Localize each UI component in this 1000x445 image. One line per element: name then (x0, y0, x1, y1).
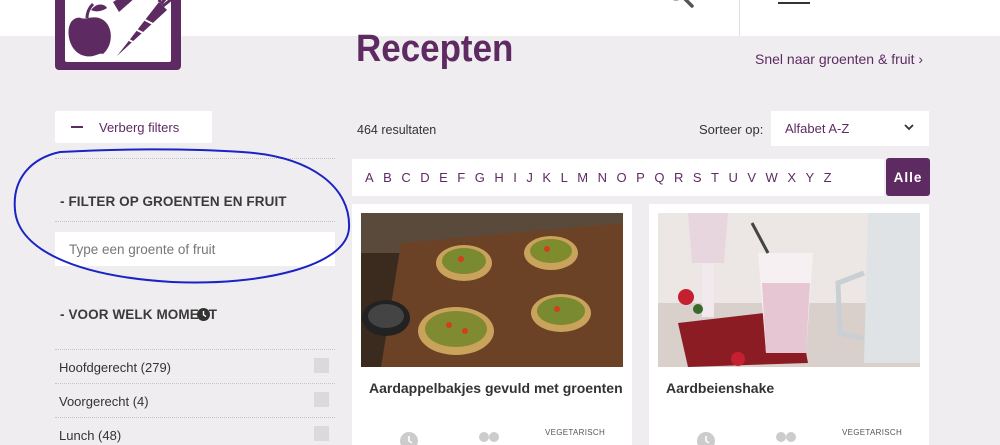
site-logo[interactable] (55, 0, 181, 70)
recipe-card[interactable]: Aardbeienshake VEGETARISCH (649, 204, 929, 445)
hamburger-icon[interactable] (778, 0, 810, 4)
letter-m[interactable]: M (577, 170, 588, 185)
letter-n[interactable]: N (598, 170, 608, 185)
hide-filters-button[interactable]: Verberg filters (55, 111, 212, 143)
letter-b[interactable]: B (383, 170, 392, 185)
letter-h[interactable]: H (494, 170, 504, 185)
moment-checkbox[interactable] (314, 392, 329, 407)
recipe-title[interactable]: Aardbeienshake (666, 380, 774, 396)
recipe-image[interactable] (658, 213, 920, 367)
letter-z[interactable]: Z (824, 170, 832, 185)
letter-c[interactable]: C (401, 170, 411, 185)
letter-s[interactable]: S (693, 170, 702, 185)
moment-filter-heading[interactable]: - VOOR WELK MOMENT (60, 307, 217, 322)
page-title: Recepten (356, 28, 514, 70)
letter-w[interactable]: W (766, 170, 779, 185)
recipe-card[interactable]: Aardappelbakjes gevuld met groenten VEGE… (352, 204, 632, 445)
moment-option-label: Voorgerecht (4) (59, 394, 149, 409)
letter-e[interactable]: E (439, 170, 448, 185)
divider (55, 417, 335, 418)
clock-icon (197, 308, 210, 321)
people-icon (479, 432, 499, 442)
moment-checkbox[interactable] (314, 426, 329, 441)
sort-select[interactable]: Alfabet A-Z (771, 111, 929, 146)
letter-y[interactable]: Y (805, 170, 814, 185)
all-letters-button[interactable]: Alle (886, 158, 930, 196)
letter-k[interactable]: K (542, 170, 551, 185)
moment-checkbox[interactable] (314, 358, 329, 373)
top-bar-divider (739, 0, 740, 36)
divider (55, 349, 335, 350)
hide-filters-label: Verberg filters (99, 119, 180, 135)
result-count: 464 resultaten (357, 123, 437, 137)
letter-j[interactable]: J (526, 170, 533, 185)
recipe-title[interactable]: Aardappelbakjes gevuld met groenten (369, 380, 623, 396)
letter-r[interactable]: R (674, 170, 684, 185)
letter-t[interactable]: T (711, 170, 719, 185)
alphabet-filter: A B C D E F G H I J K L M N O P Q R S T … (352, 159, 884, 196)
sort-select-value: Alfabet A-Z (785, 121, 850, 136)
chevron-down-icon (904, 124, 914, 131)
clock-icon (697, 432, 715, 445)
minus-icon (71, 126, 83, 128)
letter-f[interactable]: F (457, 170, 465, 185)
letter-o[interactable]: O (617, 170, 628, 185)
letter-a[interactable]: A (365, 170, 374, 185)
clock-icon (400, 432, 418, 445)
sort-label: Sorteer op: (699, 122, 764, 137)
people-icon (776, 432, 796, 442)
moment-option-label: Lunch (48) (59, 428, 122, 443)
letter-q[interactable]: Q (654, 170, 665, 185)
letter-v[interactable]: V (747, 170, 756, 185)
letter-i[interactable]: I (513, 170, 517, 185)
divider (55, 383, 335, 384)
search-icon[interactable] (666, 0, 696, 12)
letter-u[interactable]: U (728, 170, 738, 185)
recipe-image[interactable] (361, 213, 623, 367)
letter-x[interactable]: X (787, 170, 796, 185)
letter-p[interactable]: P (636, 170, 645, 185)
quick-link-vegetables-fruit[interactable]: Snel naar groenten & fruit › (755, 51, 923, 67)
recipe-tag: VEGETARISCH (545, 428, 606, 437)
letter-l[interactable]: L (561, 170, 569, 185)
recipe-tag: VEGETARISCH (842, 428, 903, 437)
moment-option-label: Hoofdgerecht (279) (59, 360, 172, 375)
letter-g[interactable]: G (475, 170, 486, 185)
letter-d[interactable]: D (420, 170, 430, 185)
annotation-circle (13, 148, 351, 284)
